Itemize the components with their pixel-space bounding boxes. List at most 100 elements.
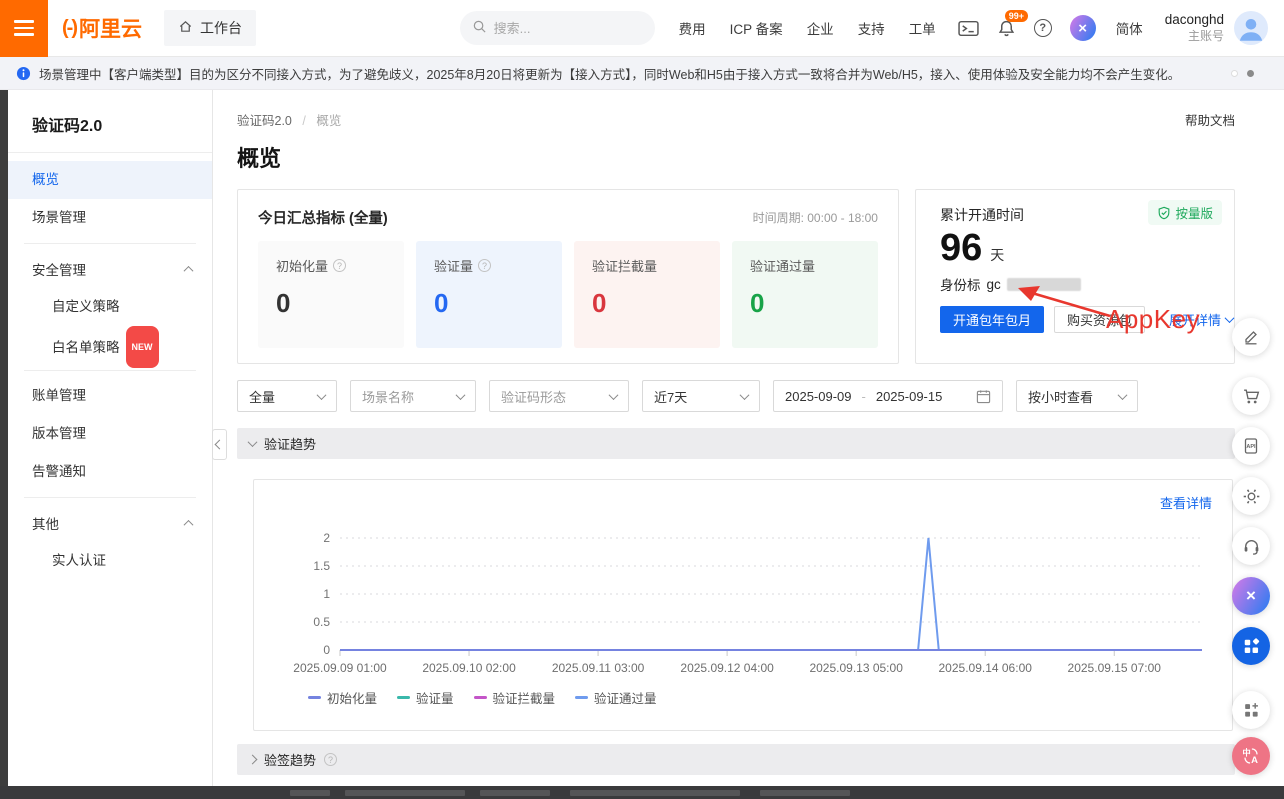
legend-item-验证拦截量[interactable]: 验证拦截量 [474,688,556,707]
legend-label: 验证量 [416,688,454,707]
info-question-icon[interactable]: ? [333,259,346,272]
y-axis-tick-label: 2 [296,531,330,545]
x-axis-tick-label: 2025.09.12 04:00 [680,661,773,675]
chevron-down-icon [609,390,619,400]
sidebar-item-版本管理[interactable]: 版本管理 [8,415,212,453]
sidebar-collapse-handle[interactable] [212,429,227,460]
avatar[interactable] [1234,11,1268,45]
hamburger-menu-button[interactable] [0,0,48,57]
trend-line-chart: 00.511.522025.09.09 01:002025.09.10 02:0… [274,522,1212,717]
appkey-annotation: AppKey [1106,304,1200,335]
sidebar-item-告警通知[interactable]: 告警通知 [8,453,212,491]
account-menu[interactable]: daconghd 主账号 [1165,11,1268,45]
filter-select-value: 近7天 [654,387,687,406]
assistant-x-button[interactable]: × [1232,577,1270,615]
legend-item-验证通过量[interactable]: 验证通过量 [575,688,657,707]
topnav-item[interactable]: 工单 [909,18,936,38]
sidebar-group-label: 安全管理 [32,259,86,279]
legend-item-验证量[interactable]: 验证量 [397,688,454,707]
sidebar-item-账单管理[interactable]: 账单管理 [8,377,212,415]
console-terminal-icon[interactable] [958,20,979,37]
filter-bar: 全量 场景名称 验证码形态 近7天 2025-09-09-2025-09-15 按小时查看 [237,380,1235,412]
breadcrumb-root[interactable]: 验证码2.0 [237,114,292,128]
search-icon [472,19,487,37]
apps-grid-button[interactable] [1232,627,1270,665]
top-nav: 费用 ICP 备案 企业 支持 工单 [679,18,936,38]
help-doc-link[interactable]: 帮助文档 [1185,110,1235,129]
legend-label: 验证通过量 [594,688,657,707]
sidebar-item-概览[interactable]: 概览 [8,161,212,199]
verify-trend-section-header[interactable]: 验证趋势 [237,428,1235,459]
notification-count-badge: 99+ [1005,10,1028,23]
help-icon[interactable]: ? [1034,19,1052,37]
notification-bell-icon[interactable]: 99+ [997,19,1016,38]
chevron-right-icon [248,755,258,765]
filter-select-value: 场景名称 [362,387,414,406]
banner-dot-2[interactable] [1247,70,1254,77]
sidebar-group-其他[interactable]: 其他 [8,504,212,542]
view-details-link[interactable]: 查看详情 [1160,493,1212,512]
filter-select-按小时查看[interactable]: 按小时查看 [1016,380,1138,412]
date-range-picker[interactable]: 2025-09-09-2025-09-15 [773,380,1003,412]
banner-pagination [1231,70,1254,77]
metric-tile-验证量: 验证量?0 [416,241,562,348]
sidebar-item-实人认证[interactable]: 实人认证 [8,542,212,580]
chevron-down-icon [317,390,327,400]
filter-select-场景名称[interactable]: 场景名称 [350,380,476,412]
workbench-label: 工作台 [200,18,242,38]
support-headset-button[interactable] [1232,527,1270,565]
legend-swatch [575,696,588,699]
sign-trend-section-header[interactable]: 验签趋势 ? [237,744,1235,775]
legend-item-初始化量[interactable]: 初始化量 [308,688,377,707]
metric-value: 0 [750,288,860,319]
pay-as-you-go-badge: 按量版 [1148,200,1222,225]
sidebar-item-自定义策略[interactable]: 自定义策略 [8,288,212,326]
svg-text:A: A [1251,755,1258,766]
metric-label-text: 验证拦截量 [592,256,657,275]
filter-select-近7天[interactable]: 近7天 [642,380,760,412]
svg-text:中: 中 [1242,747,1250,757]
settings-gear-button[interactable] [1232,477,1270,515]
topnav-item[interactable]: 企业 [807,18,834,38]
sidebar-item-label: 告警通知 [32,464,86,479]
x-axis-tick-label: 2025.09.14 06:00 [938,661,1031,675]
metric-label-text: 初始化量 [276,256,328,275]
legend-swatch [397,696,410,699]
language-switch[interactable]: 简体 [1116,18,1143,38]
chart-legend: 初始化量 验证量 验证拦截量 验证通过量 [308,688,657,707]
info-question-icon[interactable]: ? [478,259,491,272]
metric-tile-验证拦截量: 验证拦截量0 [574,241,720,348]
gear-icon [1242,487,1261,506]
sidebar-item-label: 版本管理 [32,426,86,441]
add-apps-button[interactable] [1232,691,1270,729]
sidebar-item-label: 实人认证 [52,553,106,568]
cart-button[interactable] [1232,377,1270,415]
global-search[interactable] [460,11,655,45]
pencil-icon [1242,328,1260,346]
sidebar-group-安全管理[interactable]: 安全管理 [8,250,212,288]
search-input[interactable] [494,21,643,36]
chevron-up-icon [184,519,194,529]
top-header: (-) 阿里云 工作台 费用 ICP 备案 企业 支持 工单 99+? × 简体 daco… [0,0,1284,57]
banner-dot-1[interactable] [1231,70,1238,77]
sidebar-item-场景管理[interactable]: 场景管理 [8,199,212,237]
gridplus-icon [1242,701,1261,720]
sidebar-item-白名单策略[interactable]: 白名单策略NEW [8,326,212,364]
filter-select-value: 按小时查看 [1028,387,1093,406]
topnav-item[interactable]: ICP 备案 [730,18,783,38]
info-question-icon: ? [324,753,337,766]
translate-button[interactable]: 中A [1232,737,1270,775]
api-doc-button[interactable]: API [1232,427,1270,465]
edit-pencil-button[interactable] [1232,318,1270,356]
topnav-item[interactable]: 支持 [858,18,885,38]
alibaba-cloud-logo[interactable]: (-) 阿里云 [62,13,142,43]
breadcrumb-current: 概览 [316,114,341,128]
notice-banner: 场景管理中【客户端类型】目的为区分不同接入方式，为了避免歧义，2025年8月20… [0,57,1284,90]
assistant-x-icon[interactable]: × [1070,15,1096,41]
workbench-button[interactable]: 工作台 [164,10,256,46]
collapsed-nav-rail[interactable] [0,90,8,799]
filter-select-验证码形态[interactable]: 验证码形态 [489,380,629,412]
filter-select-全量[interactable]: 全量 [237,380,337,412]
topnav-item[interactable]: 费用 [679,18,706,38]
legend-swatch [474,696,487,699]
